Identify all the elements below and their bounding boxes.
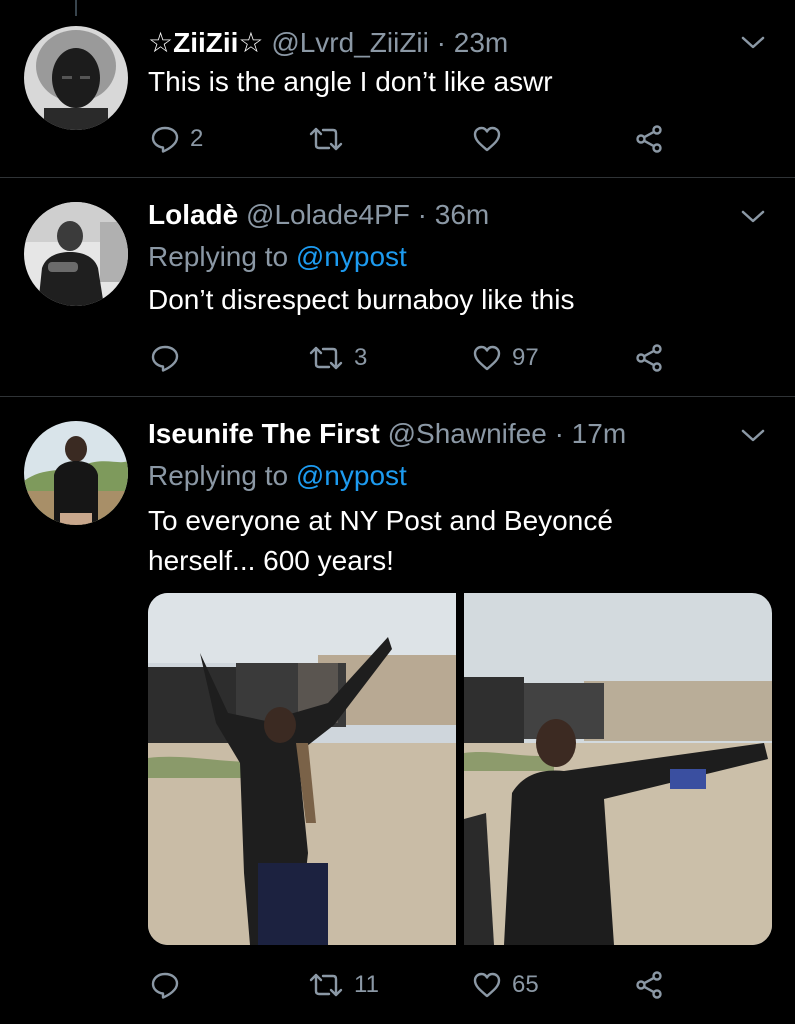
replying-to: Replying to @nypost [148,240,407,274]
tweet-ziizii[interactable]: ☆ZiiZii☆ @Lvrd_ZiiZii · 23m This is the … [0,0,795,177]
tweet-media[interactable] [148,593,772,945]
tweet-lolade[interactable]: Loladè @Lolade4PF · 36m Replying to @nyp… [0,178,795,396]
retweet-icon [309,973,343,997]
replying-to: Replying to @nypost [148,459,407,493]
like-button[interactable]: 65 [472,970,539,1000]
heart-icon [473,972,501,998]
share-icon [636,971,662,999]
chevron-down-icon[interactable] [739,425,767,445]
display-name[interactable]: ☆ZiiZii☆ [148,27,264,58]
chevron-down-icon[interactable] [739,206,767,226]
tweet-header: Iseunife The First @Shawnifee · 17m [148,417,626,451]
display-name[interactable]: Iseunife The First [148,418,380,449]
tweet-text: Don’t disrespect burnaboy like this [148,284,575,315]
share-button[interactable] [634,970,664,1000]
like-button[interactable]: 97 [472,343,539,373]
retweet-icon [309,127,343,151]
share-button[interactable] [634,343,664,373]
retweet-count: 11 [354,971,379,998]
share-icon [636,125,662,153]
reply-count: 2 [190,125,204,152]
avatar[interactable] [24,421,128,525]
replying-to-label: Replying to [148,241,289,272]
like-count: 97 [512,344,539,371]
reply-button[interactable]: 2 [150,124,203,154]
media-photo-right[interactable] [464,593,772,945]
handle[interactable]: @Shawnifee [388,418,547,449]
chevron-down-icon[interactable] [739,32,767,52]
share-button[interactable] [634,124,664,154]
timestamp[interactable]: · 17m [555,418,627,449]
timestamp[interactable]: · 36m [418,199,490,230]
tweet-header: Loladè @Lolade4PF · 36m [148,198,489,232]
handle[interactable]: @Lolade4PF [246,199,410,230]
heart-icon [473,126,501,152]
timestamp[interactable]: · 23m [437,27,509,58]
replying-to-label: Replying to [148,460,289,491]
avatar[interactable] [24,26,128,130]
retweet-button[interactable]: 3 [308,343,367,373]
reply-icon [151,345,179,372]
heart-icon [473,345,501,371]
reply-icon [151,126,179,153]
handle[interactable]: @Lvrd_ZiiZii [271,27,429,58]
mention-link[interactable]: @nypost [296,241,407,272]
retweet-count: 3 [354,344,368,371]
share-icon [636,344,662,372]
tweet-text: To everyone at NY Post and Beyoncé herse… [148,505,613,576]
display-name[interactable]: Loladè [148,199,238,230]
tweet-header: ☆ZiiZii☆ @Lvrd_ZiiZii · 23m [148,26,508,60]
media-photo-left[interactable] [148,593,456,945]
tweet-text: This is the angle I don’t like aswr [148,66,553,97]
like-button[interactable] [472,124,502,154]
retweet-button[interactable] [308,124,344,154]
like-count: 65 [512,971,539,998]
reply-button[interactable] [150,343,180,373]
mention-link[interactable]: @nypost [296,460,407,491]
retweet-button[interactable]: 11 [308,970,379,1000]
avatar[interactable] [24,202,128,306]
retweet-icon [309,346,343,370]
reply-button[interactable] [150,970,180,1000]
reply-icon [151,972,179,999]
